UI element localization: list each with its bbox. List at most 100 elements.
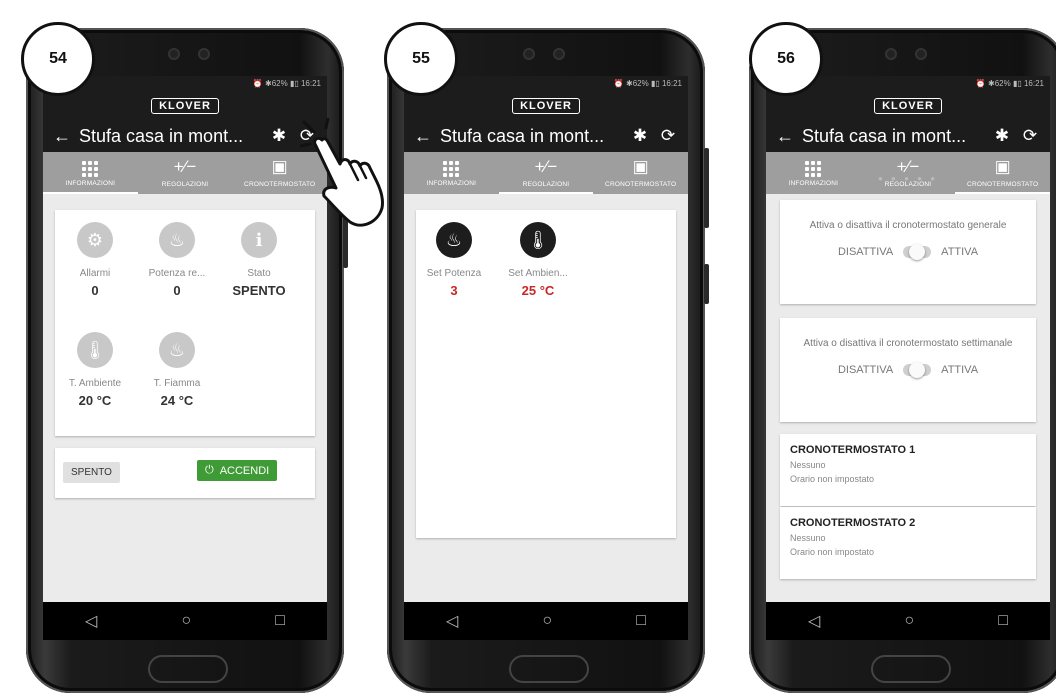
card-text: Attiva o disattiva il cronotermostato ge…	[809, 220, 1007, 231]
off-label: DISATTIVA	[837, 364, 894, 376]
device-title: Stufa casa in mont...	[802, 125, 967, 146]
bluetooth-icon[interactable]: ✱	[265, 126, 293, 146]
sensor	[915, 48, 927, 60]
brand-bar: KLOVER	[766, 92, 1050, 120]
nav-back-icon[interactable]: ◁	[808, 611, 820, 631]
nav-recent-icon[interactable]: □	[636, 612, 646, 630]
flame-icon: ♨	[436, 222, 472, 258]
power-side-button	[704, 264, 709, 304]
back-arrow-icon[interactable]: ←	[414, 126, 440, 147]
nav-home-icon[interactable]: ○	[181, 612, 191, 630]
brand-bar: KLOVER	[404, 92, 688, 120]
general-toggle[interactable]	[903, 244, 932, 260]
tab-label: INFORMAZIONI	[426, 180, 477, 187]
grid-icon	[443, 161, 460, 177]
tile-potenza[interactable]: ♨ Potenza re... 0	[137, 222, 217, 298]
page-indicator: ● ● ● ● ●	[877, 174, 939, 183]
tile-label: Potenza re...	[148, 268, 206, 279]
tile-stato[interactable]: i Stato SPENTO	[219, 222, 299, 298]
android-nav-bar: ◁ ○ □	[766, 602, 1050, 640]
power-card: SPENTO ⏻ ACCENDI	[55, 448, 315, 498]
volume-button	[704, 148, 709, 228]
bluetooth-icon[interactable]: ✱	[988, 126, 1016, 146]
tab-informazioni[interactable]: INFORMAZIONI	[404, 152, 499, 194]
tile-label: T. Ambiente	[68, 378, 122, 389]
tab-informazioni[interactable]: INFORMAZIONI	[766, 152, 861, 194]
pointing-hand-icon	[300, 118, 384, 227]
tile-t-ambiente[interactable]: 🌡 T. Ambiente 20 °C	[55, 332, 135, 408]
nav-back-icon[interactable]: ◁	[446, 611, 458, 631]
phone-informazioni: ⏰ ✱62% ▮▯ 16:21 KLOVER ← Stufa casa in m…	[26, 28, 348, 693]
chrono-program-1[interactable]: CRONOTERMOSTATO 1 Nessuno Orario non imp…	[780, 434, 1036, 506]
tile-t-fiamma[interactable]: ♨ T. Fiamma 24 °C	[137, 332, 217, 408]
tile-label: Set Ambien...	[508, 268, 568, 279]
tile-set-ambiente[interactable]: 🌡 Set Ambien... 25 °C	[500, 222, 576, 298]
tab-cronotermostato[interactable]: ▣ CRONOTERMOSTATO	[955, 152, 1050, 194]
tile-value: 24 °C	[160, 393, 194, 408]
status-off-button[interactable]: SPENTO	[63, 462, 120, 483]
android-nav-bar: ◁ ○ □	[43, 602, 327, 640]
weekly-chrono-card: Attiva o disattiva il cronotermostato se…	[780, 318, 1036, 422]
bluetooth-icon[interactable]: ✱	[626, 126, 654, 146]
tile-value: 0	[91, 283, 99, 298]
tab-label: INFORMAZIONI	[65, 180, 116, 187]
weekly-toggle[interactable]	[903, 362, 932, 378]
program-mode: Nessuno	[790, 460, 826, 470]
tile-label: Stato	[247, 268, 271, 279]
program-title: CRONOTERMOSTATO 1	[790, 444, 916, 456]
tile-value: 25 °C	[521, 283, 555, 298]
tile-set-potenza[interactable]: ♨ Set Potenza 3	[416, 222, 492, 298]
tab-regolazioni[interactable]: +⁄− REGOLAZIONI	[861, 152, 956, 194]
app-bar: ← Stufa casa in mont... ✱ ⟳	[43, 120, 327, 152]
nav-back-icon[interactable]: ◁	[85, 611, 97, 631]
hardware-home-button[interactable]	[509, 655, 589, 683]
hardware-home-button[interactable]	[871, 655, 951, 683]
nav-recent-icon[interactable]: □	[275, 612, 285, 630]
tile-allarmi[interactable]: ⚙ Allarmi 0	[55, 222, 135, 298]
card-text: Attiva o disattiva il cronotermostato se…	[803, 338, 1013, 349]
tile-label: Allarmi	[79, 268, 111, 279]
back-arrow-icon[interactable]: ←	[53, 126, 79, 147]
camera	[168, 48, 180, 60]
program-mode: Nessuno	[790, 533, 826, 543]
brand-logo: KLOVER	[874, 98, 942, 114]
toggle-row: DISATTIVA ATTIVA	[780, 362, 1036, 378]
tile-label: T. Fiamma	[153, 378, 201, 389]
tile-value: 0	[173, 283, 181, 298]
nav-recent-icon[interactable]: □	[998, 612, 1008, 630]
info-card: ⚙ Allarmi 0 ♨ Potenza re... 0 i Stato SP…	[55, 210, 315, 436]
off-label: DISATTIVA	[837, 246, 894, 258]
toggle-row: DISATTIVA ATTIVA	[780, 244, 1036, 260]
info-icon: i	[241, 222, 277, 258]
power-icon: ⏻	[205, 464, 214, 476]
camera	[523, 48, 535, 60]
power-on-button[interactable]: ⏻ ACCENDI	[197, 460, 278, 481]
plus-minus-icon: +⁄−	[173, 157, 197, 176]
chrono-program-2[interactable]: CRONOTERMOSTATO 2 Nessuno Orario non imp…	[780, 507, 1036, 579]
camera	[885, 48, 897, 60]
back-arrow-icon[interactable]: ←	[776, 126, 802, 147]
tab-regolazioni[interactable]: +⁄− REGOLAZIONI	[498, 152, 594, 194]
settings-card: ♨ Set Potenza 3 🌡 Set Ambien... 25 °C	[416, 210, 676, 538]
hardware-home-button[interactable]	[148, 655, 228, 683]
grid-icon	[82, 161, 99, 177]
device-title: Stufa casa in mont...	[440, 125, 605, 146]
tab-label: CRONOTERMOSTATO	[605, 181, 677, 188]
tab-regolazioni[interactable]: +⁄− REGOLAZIONI	[138, 152, 233, 194]
tile-value: 20 °C	[78, 393, 112, 408]
tab-informazioni[interactable]: INFORMAZIONI	[43, 152, 138, 194]
nav-home-icon[interactable]: ○	[542, 612, 552, 630]
nav-home-icon[interactable]: ○	[904, 612, 914, 630]
program-time: Orario non impostato	[790, 474, 875, 484]
refresh-icon[interactable]: ⟳	[1016, 126, 1044, 146]
refresh-icon[interactable]: ⟳	[654, 126, 682, 146]
screen: ⏰ ✱62% ▮▯ 16:21 KLOVER ← Stufa casa in m…	[766, 76, 1050, 640]
step-badge-55: 55	[384, 22, 458, 96]
brand-logo: KLOVER	[512, 98, 580, 114]
app-bar: ← Stufa casa in mont... ✱ ⟳	[766, 120, 1050, 152]
tile-value: SPENTO	[232, 283, 286, 298]
tile-label: Set Potenza	[426, 268, 482, 279]
flame-icon: ♨	[159, 222, 195, 258]
device-title: Stufa casa in mont...	[79, 125, 244, 146]
tab-cronotermostato[interactable]: ▣ CRONOTERMOSTATO	[593, 152, 688, 194]
